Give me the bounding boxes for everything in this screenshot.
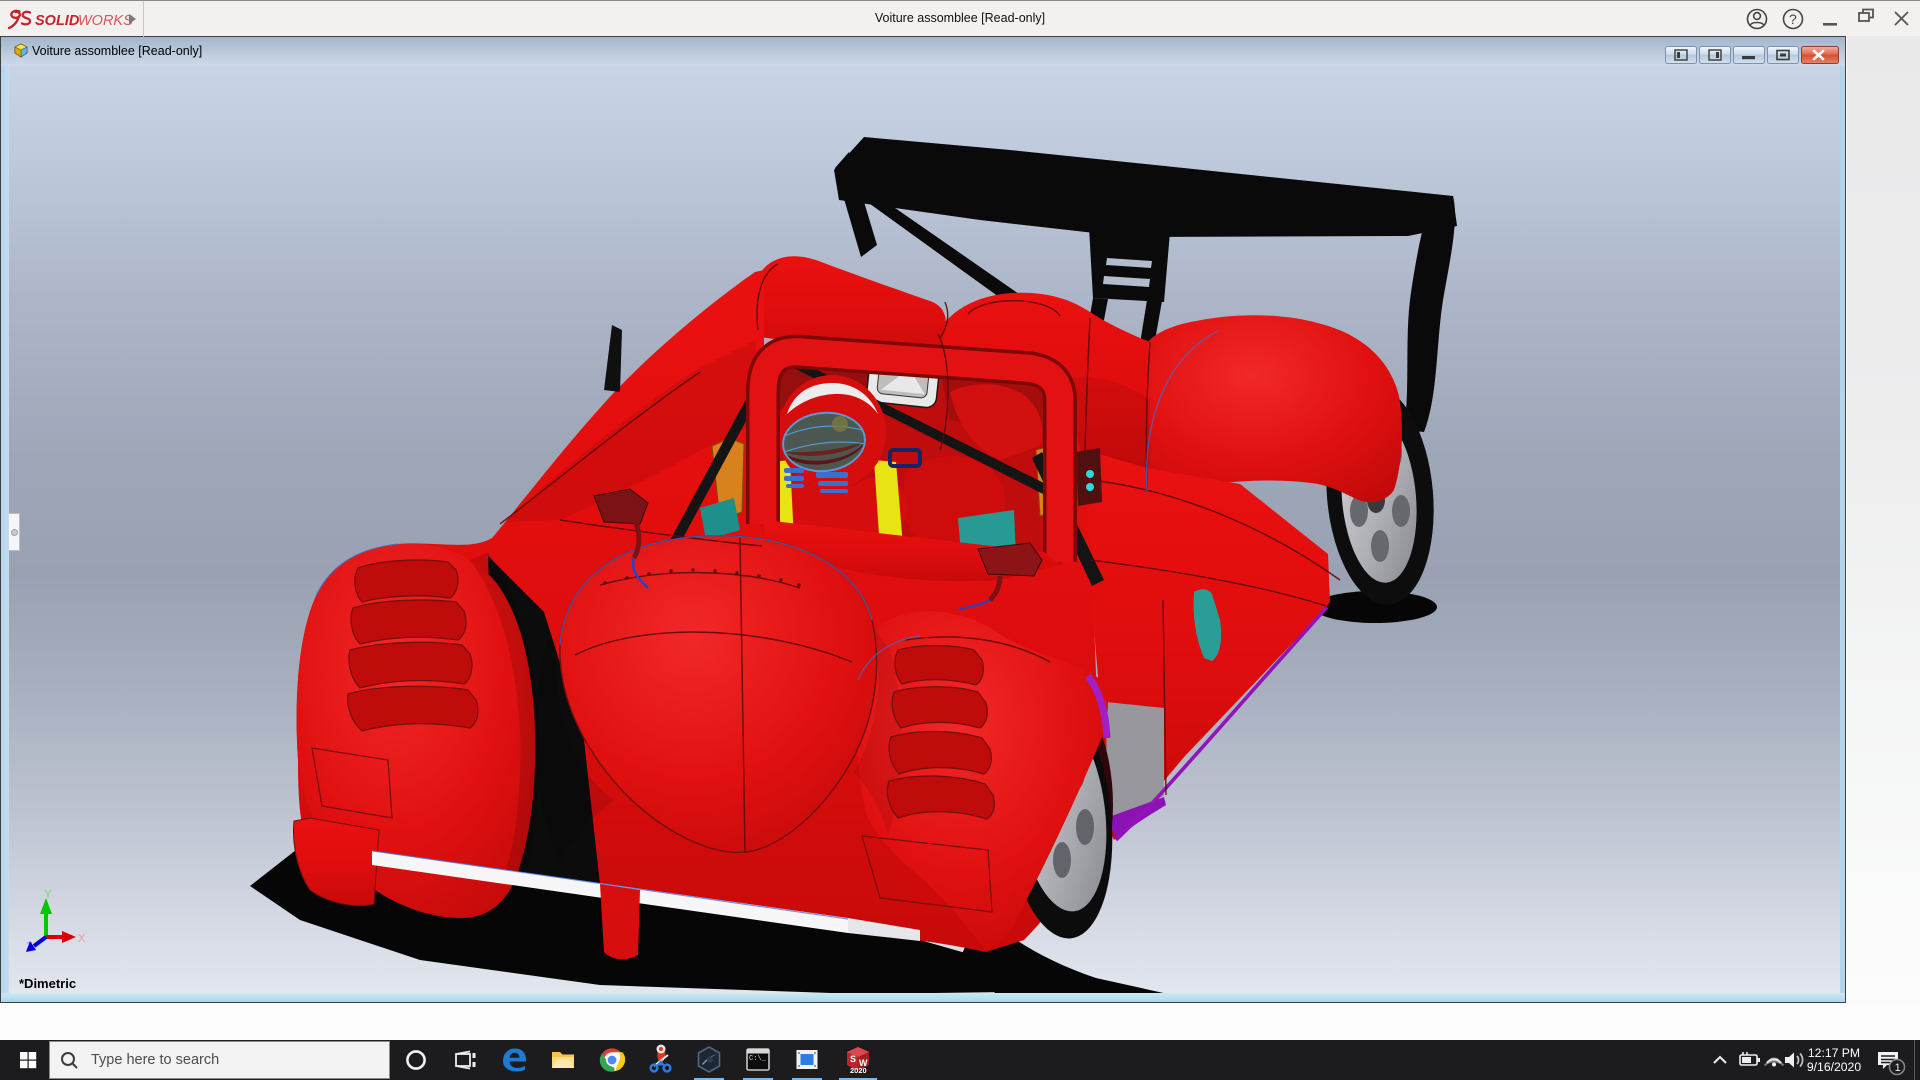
svg-text:S: S: [850, 1054, 856, 1064]
svg-text:Y: Y: [44, 887, 52, 901]
svg-text:X: X: [78, 932, 85, 946]
svg-text:C:\_: C:\_: [749, 1055, 767, 1063]
svg-text:2020: 2020: [850, 1066, 867, 1075]
svg-text:1: 1: [1895, 1062, 1901, 1074]
svg-text:?: ?: [1789, 11, 1797, 27]
